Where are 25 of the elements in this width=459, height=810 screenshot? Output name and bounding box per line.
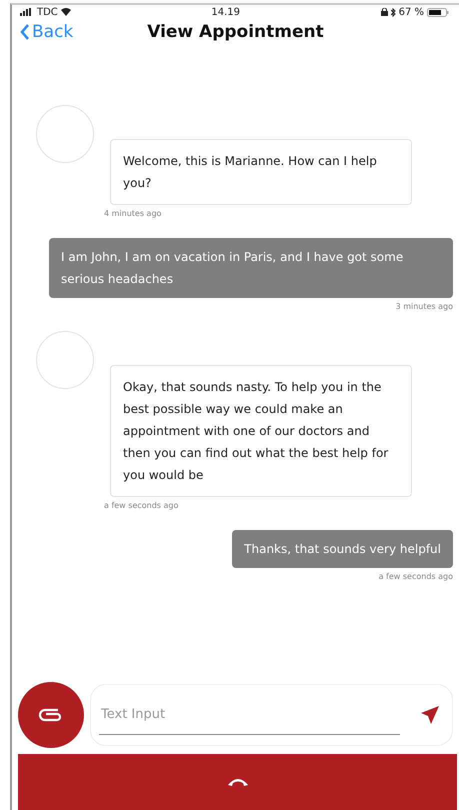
- screen-title: View Appointment: [147, 22, 324, 42]
- message-time: 3 minutes ago: [396, 302, 453, 311]
- message-bubble: Welcome, this is Marianne. How can I help you?: [110, 139, 412, 205]
- avatar: [36, 105, 94, 163]
- avatar: [36, 331, 94, 389]
- battery-percent: 67 %: [398, 6, 424, 18]
- wifi-icon: [60, 8, 71, 16]
- bluetooth-icon: [390, 8, 396, 16]
- paperclip-icon: [38, 707, 64, 723]
- send-icon: [420, 705, 440, 725]
- battery-icon: [427, 8, 449, 16]
- chevron-icon: [20, 24, 30, 40]
- message-time: a few seconds ago: [104, 501, 180, 510]
- phone-hangup-icon: [226, 777, 248, 787]
- back-button[interactable]: Back: [20, 22, 148, 42]
- clock-time: 14.19: [211, 6, 240, 18]
- message-bubble: I am John, I am on vacation in Paris, and I have got some serious headaches: [49, 238, 453, 298]
- message-bubble: Thanks, that sounds very helpful: [232, 530, 453, 568]
- signal-icon: [20, 8, 34, 16]
- lock-icon: [380, 8, 388, 16]
- message-time: 4 minutes ago: [104, 209, 162, 218]
- message-time: a few seconds ago: [378, 572, 453, 581]
- carrier-name: TDC: [37, 6, 58, 18]
- message-field[interactable]: Text Input: [90, 684, 453, 746]
- message-bubble: Okay, that sounds nasty. To help you in the best possible way we could make an appointment with one of our doctors and then you can find out what the best help for you would be: [110, 365, 412, 497]
